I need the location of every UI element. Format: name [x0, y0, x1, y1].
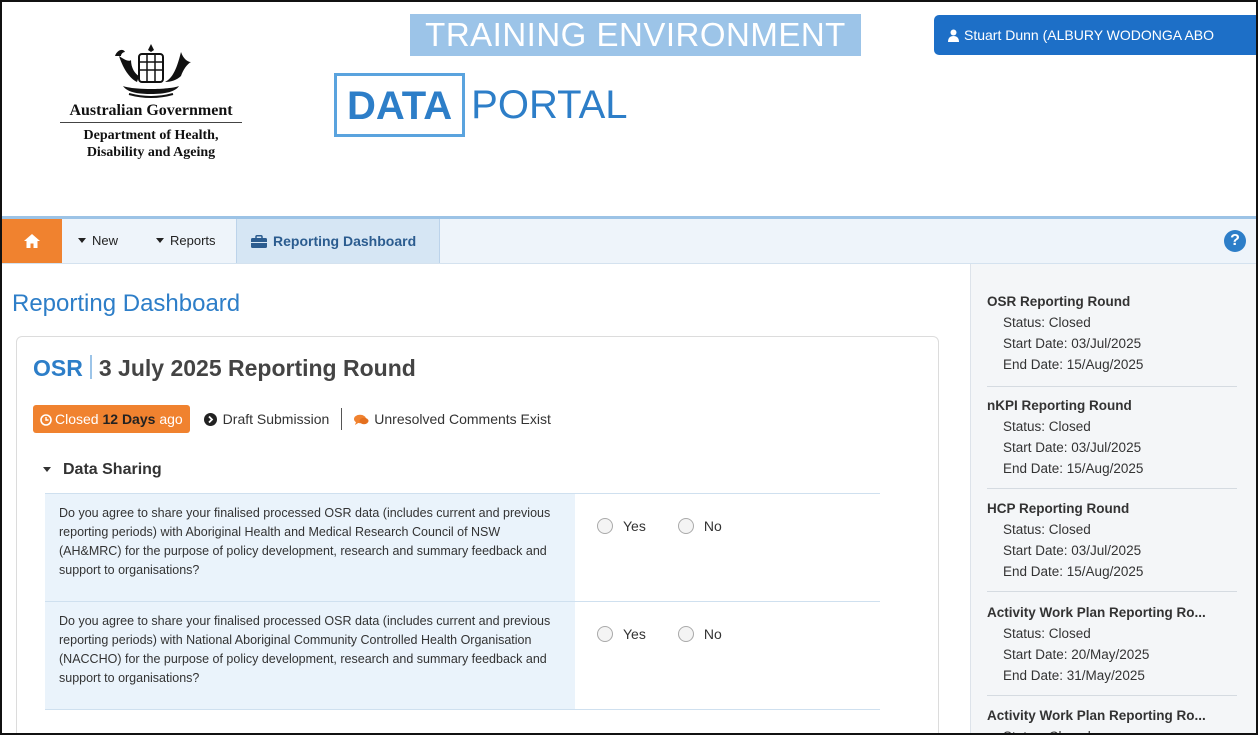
help-icon[interactable]: ?: [1224, 230, 1246, 252]
home-button[interactable]: [2, 219, 62, 263]
round-end-date: End Date: 15/Aug/2025: [1003, 564, 1144, 579]
round-name: HCP Reporting Round: [987, 501, 1130, 516]
yes-label: Yes: [623, 626, 646, 642]
round-name: Activity Work Plan Reporting Ro...: [987, 708, 1206, 723]
closed-status-badge: Closed 12 Days ago: [33, 405, 190, 433]
reporting-round-card: OSR 3 July 2025 Reporting Round Closed 12…: [16, 336, 939, 733]
user-account-button[interactable]: Stuart Dunn (ALBURY WODONGA ABO: [934, 15, 1256, 55]
clock-icon: [40, 414, 52, 426]
portal-logo-data: DATA: [334, 73, 466, 137]
radio-circle[interactable]: [597, 518, 613, 534]
unresolved-comments-status[interactable]: Unresolved Comments Exist: [354, 411, 551, 427]
nav-reports-label: Reports: [170, 233, 216, 248]
data-sharing-section-toggle[interactable]: Data Sharing: [43, 461, 162, 479]
round-name: Activity Work Plan Reporting Ro...: [987, 605, 1206, 620]
nav-new-label: New: [92, 233, 119, 248]
nav-new-menu[interactable]: New: [78, 219, 118, 263]
closed-suffix: ago: [159, 411, 183, 427]
round-item[interactable]: nKPI Reporting Round Status: Closed Star…: [987, 398, 1237, 489]
briefcase-icon: [251, 235, 267, 248]
status-row: Closed 12 Days ago Draft Submission Unre…: [33, 405, 551, 433]
caret-down-icon: [78, 238, 86, 243]
yes-label: Yes: [623, 518, 646, 534]
main-content: Reporting Dashboard OSR 3 July 2025 Repor…: [2, 264, 970, 733]
round-start-date: Start Date: 03/Jul/2025: [1003, 336, 1142, 351]
question-text: Do you agree to share your finalised pro…: [45, 602, 575, 709]
radio-circle[interactable]: [677, 626, 694, 642]
tab-reporting-dashboard-label: Reporting Dashboard: [273, 233, 417, 249]
no-radio[interactable]: No: [677, 626, 722, 642]
round-start-date: Start Date: 20/May/2025: [1003, 647, 1150, 662]
radio-circle[interactable]: [677, 518, 694, 534]
card-title-prefix: OSR: [33, 355, 83, 381]
round-status: Status: Closed: [1003, 522, 1091, 537]
round-status: Status: Closed: [1003, 419, 1091, 434]
data-portal-logo[interactable]: DATA PORTAL: [334, 73, 628, 137]
round-item[interactable]: Activity Work Plan Reporting Ro... Statu…: [987, 708, 1237, 733]
card-title: OSR 3 July 2025 Reporting Round: [33, 355, 416, 382]
yes-radio[interactable]: Yes: [597, 518, 646, 534]
question-row: Do you agree to share your finalised pro…: [45, 494, 880, 602]
answer-options: Yes No: [575, 602, 880, 709]
round-status: Status: Closed: [987, 726, 1237, 733]
caret-down-icon: [156, 238, 164, 243]
comments-icon: [354, 414, 369, 425]
round-status: Status: Closed: [1003, 315, 1091, 330]
round-end-date: End Date: 15/Aug/2025: [1003, 461, 1144, 476]
question-text: Do you agree to share your finalised pro…: [45, 494, 575, 601]
round-item[interactable]: OSR Reporting Round Status: Closed Start…: [987, 294, 1237, 387]
yes-radio[interactable]: Yes: [597, 626, 646, 642]
no-radio[interactable]: No: [677, 518, 722, 534]
round-end-date: End Date: 15/Aug/2025: [1003, 357, 1144, 372]
main-nav-bar: New Reports Reporting Dashboard ?: [2, 219, 1256, 264]
round-name: nKPI Reporting Round: [987, 398, 1132, 413]
closed-days: 12 Days: [102, 411, 156, 427]
no-label: No: [703, 626, 722, 642]
department-line-1: Department of Health,: [83, 128, 219, 143]
coat-of-arms-icon: [115, 44, 191, 98]
app-window: Australian Government Department of Heal…: [0, 0, 1258, 735]
round-item[interactable]: HCP Reporting Round Status: Closed Start…: [987, 501, 1237, 592]
title-divider: [89, 355, 92, 379]
tab-reporting-dashboard[interactable]: Reporting Dashboard: [236, 219, 440, 263]
home-icon: [24, 234, 40, 248]
user-icon: [948, 29, 959, 42]
caret-down-icon: [43, 467, 51, 472]
page-title: Reporting Dashboard: [12, 290, 241, 317]
unresolved-comments-text: Unresolved Comments Exist: [374, 411, 551, 427]
answer-options: Yes No: [575, 494, 880, 601]
department-line-2: Disability and Ageing: [86, 145, 216, 160]
round-start-date: Start Date: 03/Jul/2025: [1003, 440, 1142, 455]
radio-circle[interactable]: [597, 626, 613, 642]
round-item[interactable]: Activity Work Plan Reporting Ro... Statu…: [987, 605, 1237, 696]
nav-reports-menu[interactable]: Reports: [156, 219, 216, 263]
user-name: Stuart Dunn (ALBURY WODONGA ABO: [964, 27, 1215, 43]
data-sharing-questions: Do you agree to share your finalised pro…: [45, 493, 880, 710]
card-title-text: 3 July 2025 Reporting Round: [98, 355, 416, 381]
site-header: Australian Government Department of Heal…: [2, 2, 1256, 219]
question-row: Do you agree to share your finalised pro…: [45, 602, 880, 710]
government-name: Australian Government: [60, 102, 242, 123]
round-end-date: End Date: 31/May/2025: [1003, 668, 1145, 683]
training-environment-banner: TRAINING ENVIRONMENT: [410, 14, 861, 56]
reporting-rounds-sidebar: OSR Reporting Round Status: Closed Start…: [970, 264, 1256, 733]
round-start-date: Start Date: 03/Jul/2025: [1003, 543, 1142, 558]
government-logo: Australian Government Department of Heal…: [60, 42, 242, 161]
chevron-circle-right-icon: [203, 413, 217, 426]
draft-submission-status: Draft Submission: [203, 411, 330, 427]
no-label: No: [703, 518, 722, 534]
department-name: Department of Health, Disability and Age…: [60, 127, 242, 161]
draft-submission-text: Draft Submission: [222, 411, 330, 427]
round-status: Status: Closed: [1003, 626, 1091, 641]
round-name: OSR Reporting Round: [987, 294, 1131, 309]
section-title: Data Sharing: [63, 461, 162, 478]
status-divider: [341, 408, 343, 430]
portal-logo-portal: PORTAL: [471, 82, 628, 127]
closed-text: Closed: [55, 411, 99, 427]
